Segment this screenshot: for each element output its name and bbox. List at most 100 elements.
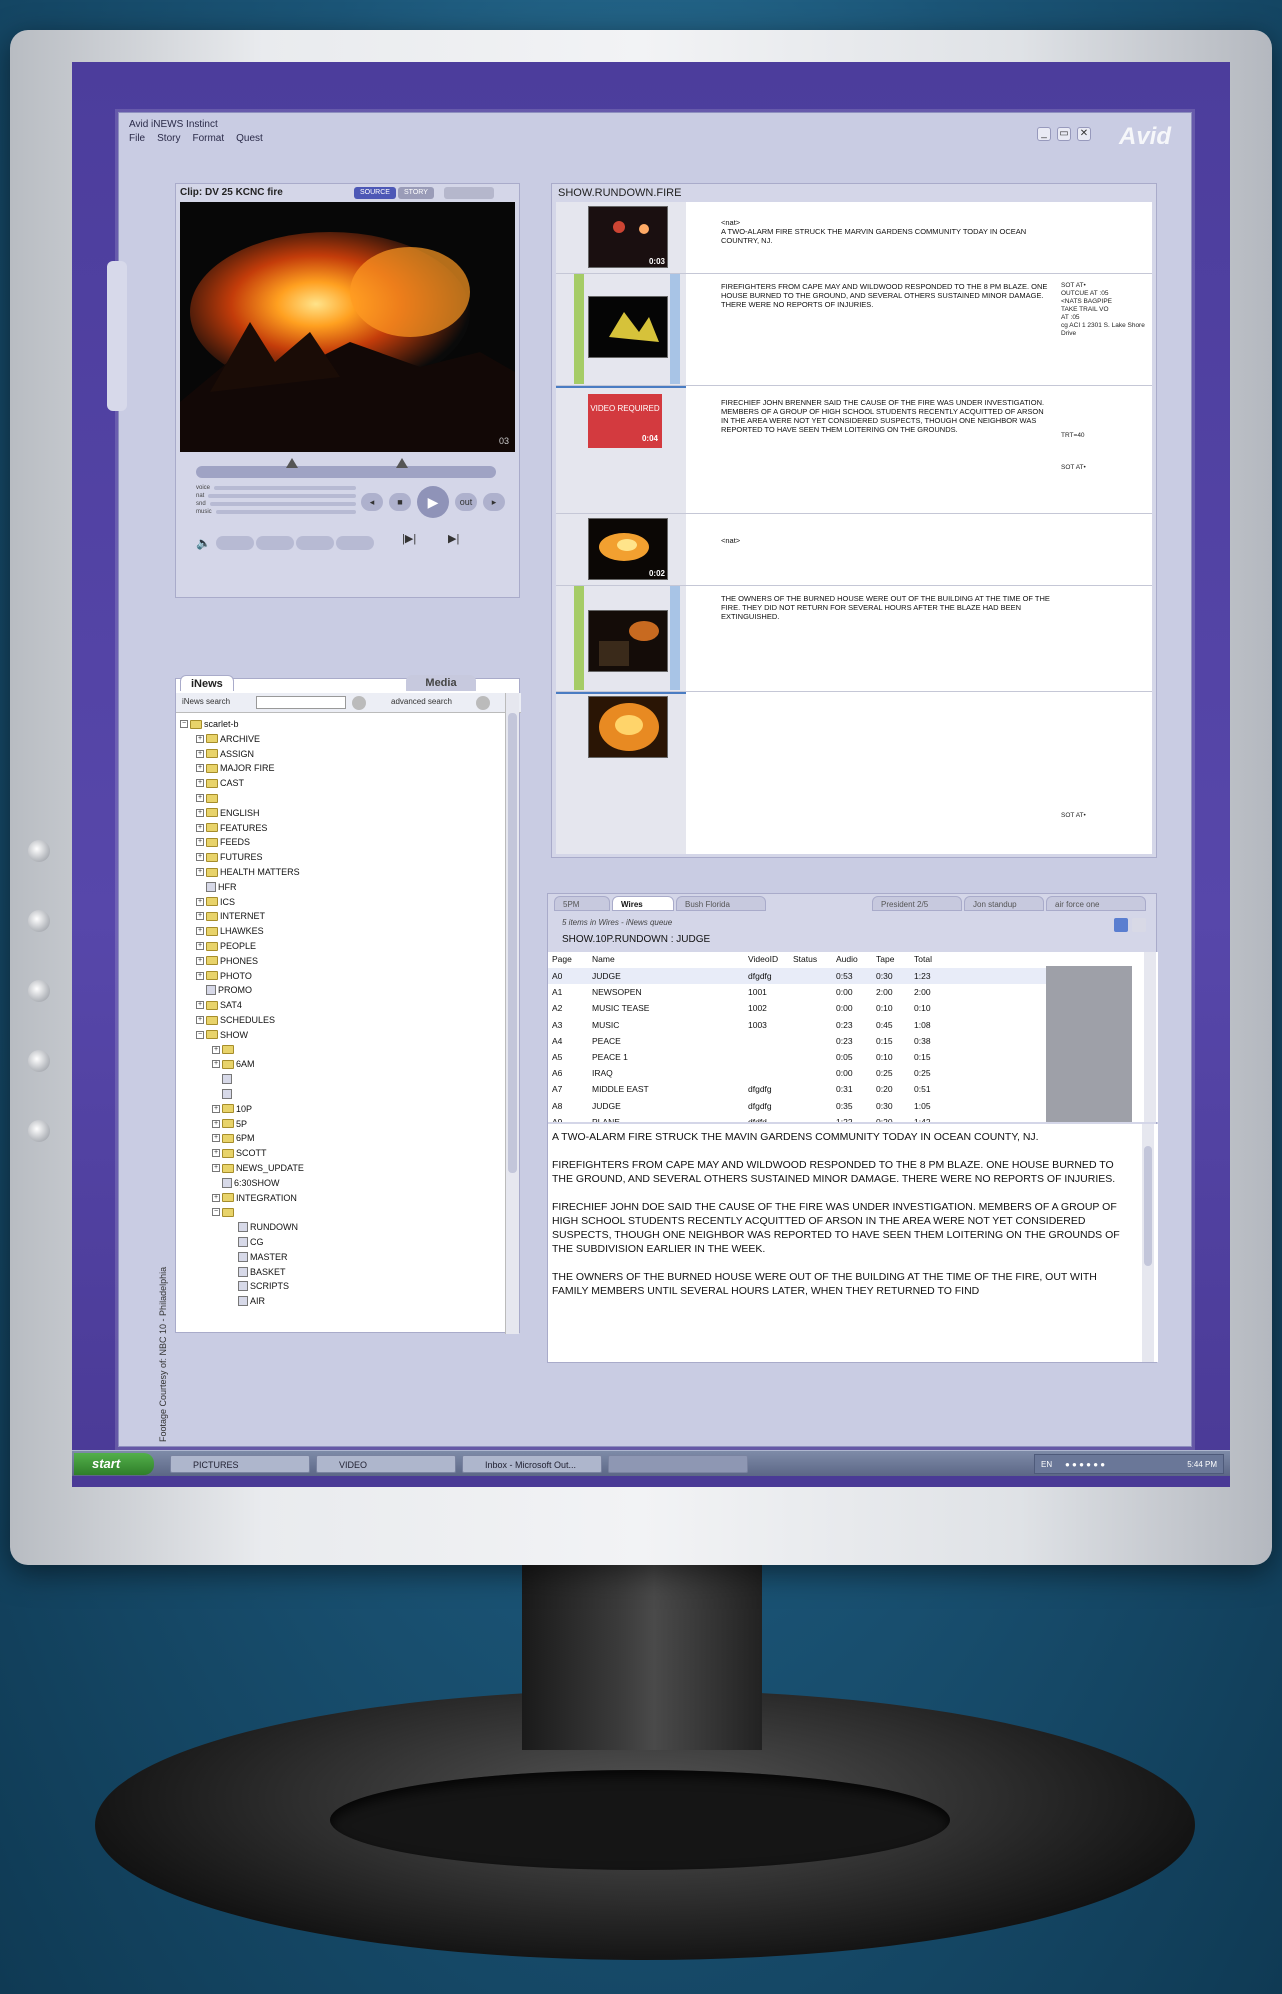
video-required-badge[interactable]: VIDEO REQUIRED 0:04 [588, 394, 662, 448]
expand-icon[interactable]: + [196, 942, 204, 950]
tab-president[interactable]: President 2/5 [872, 896, 962, 911]
tab-bush-florida[interactable]: Bush Florida [676, 896, 766, 911]
tree-item[interactable]: RUNDOWN [228, 1220, 298, 1234]
rundown-row[interactable]: VIDEO REQUIRED 0:04 FIRECHIEF JOHN BRENN… [556, 388, 1152, 514]
tree-item[interactable]: +6AM [212, 1057, 255, 1071]
menu-format[interactable]: Format [192, 133, 224, 144]
tree-item[interactable]: SCRIPTS [228, 1279, 289, 1293]
video-thumbnail[interactable]: 0:02 [588, 518, 668, 580]
expand-icon[interactable]: + [196, 764, 204, 773]
search-go-icon[interactable] [352, 696, 366, 710]
video-thumbnail[interactable] [588, 696, 668, 758]
prev-icon[interactable]: ◂ [361, 493, 383, 511]
column-header[interactable]: Page [552, 952, 572, 966]
story-paragraph[interactable]: A TWO-ALARM FIRE STRUCK THE MAVIN GARDEN… [552, 1130, 1136, 1144]
expand-icon[interactable]: + [212, 1060, 220, 1069]
tree-item[interactable]: + ASSIGN [196, 747, 254, 761]
expand-icon[interactable]: + [196, 734, 204, 743]
tab-wires[interactable]: Wires [612, 896, 674, 911]
tree-item[interactable]: PROMO [196, 983, 252, 997]
collapse-icon[interactable]: − [180, 720, 188, 728]
tree-item[interactable]: + FEATURES [196, 821, 267, 835]
tree-item[interactable]: +5P [212, 1117, 247, 1131]
mark-in-handle[interactable] [286, 458, 298, 468]
expand-icon[interactable]: + [196, 808, 204, 817]
tree-item[interactable]: + INTERNET [196, 909, 265, 923]
tree-item[interactable]: + INTEGRATION [212, 1191, 297, 1205]
play-icon[interactable]: ▶ [417, 486, 449, 518]
tree-item[interactable]: MASTER [228, 1250, 288, 1264]
expand-icon[interactable]: + [212, 1149, 220, 1158]
scrub-bar[interactable] [196, 458, 496, 478]
column-header[interactable]: Name [592, 952, 615, 966]
tree-item[interactable]: + ARCHIVE [196, 732, 260, 746]
stop-icon[interactable]: ■ [389, 493, 411, 511]
tree-item[interactable]: + MAJOR FIRE [196, 761, 275, 775]
taskbar-pictures[interactable]: PICTURES [170, 1455, 310, 1473]
power-icon[interactable] [28, 840, 50, 862]
story-paragraph[interactable]: THE OWNERS OF THE BURNED HOUSE WERE OUT … [552, 1270, 1136, 1298]
table-row[interactable]: A2 MUSIC TEASE 1002 0:00 0:10 0:10 [548, 1000, 1046, 1016]
video-preview[interactable]: 03 [180, 202, 515, 452]
start-button[interactable]: start [74, 1453, 154, 1475]
rundown-row[interactable]: 0:02 <nat> [556, 514, 1152, 586]
tab-media[interactable]: Media [406, 675, 476, 691]
tree-item[interactable]: CG [228, 1235, 264, 1249]
column-header[interactable]: Total [914, 952, 932, 966]
close-icon[interactable]: ✕ [1077, 127, 1091, 141]
editor-scrollbar[interactable] [1142, 1124, 1154, 1362]
close-queue-icon[interactable] [1132, 918, 1146, 932]
expand-icon[interactable]: + [196, 897, 204, 906]
expand-icon[interactable]: + [196, 971, 204, 980]
tree-item[interactable]: + LHAWKES [196, 924, 264, 938]
story-editor[interactable]: A TWO-ALARM FIRE STRUCK THE MAVIN GARDEN… [548, 1124, 1158, 1362]
tree-item[interactable]: + [196, 791, 220, 805]
minimize-icon[interactable]: _ [1037, 127, 1051, 141]
rundown-row[interactable]: SOT AT• [556, 694, 1152, 854]
menu-quest[interactable]: Quest [236, 133, 263, 144]
tree-item[interactable]: + ICS [196, 895, 235, 909]
expand-icon[interactable]: + [196, 956, 204, 965]
search-input[interactable] [256, 696, 346, 709]
taskbar-inbox[interactable]: Inbox - Microsoft Out... [462, 1455, 602, 1473]
table-row[interactable]: A6 IRAQ 0:00 0:25 0:25 [548, 1065, 1046, 1081]
step-forward-icon[interactable]: |▶| [402, 532, 416, 545]
table-row[interactable]: A1 NEWSOPEN 1001 0:00 2:00 2:00 [548, 984, 1046, 1000]
tree-item[interactable]: + NEWS_UPDATE [212, 1161, 304, 1175]
tree-item[interactable]: + [212, 1043, 236, 1057]
language-indicator[interactable]: EN [1041, 1455, 1052, 1475]
table-row[interactable]: A8 JUDGE dfgdfg 0:35 0:30 1:05 [548, 1098, 1046, 1114]
tree-item[interactable]: + ENGLISH [196, 806, 260, 820]
tree-item[interactable]: + FUTURES [196, 850, 263, 864]
tree-item[interactable]: 6:30SHOW [212, 1176, 280, 1190]
menu-file[interactable]: File [129, 133, 145, 144]
step-end-icon[interactable]: ▶| [448, 532, 459, 545]
mark-button[interactable] [336, 536, 374, 550]
table-row[interactable]: A5 PEACE 1 0:05 0:10 0:15 [548, 1049, 1046, 1065]
volume-icon[interactable]: 🔈 [196, 536, 211, 550]
mark-button[interactable] [256, 536, 294, 550]
table-row[interactable]: A9 PLANE dfdfd 1:22 0:20 1:42 [548, 1114, 1046, 1122]
mark-button[interactable] [216, 536, 254, 550]
tree-item[interactable]: BASKET [228, 1265, 286, 1279]
meter-snd[interactable]: snd [196, 500, 356, 508]
expand-icon[interactable]: + [196, 794, 204, 802]
expand-icon[interactable]: + [212, 1104, 220, 1113]
collapse-icon[interactable]: − [212, 1208, 220, 1217]
tree-item[interactable]: + SAT4 [196, 998, 242, 1012]
meter-music[interactable]: music [196, 508, 356, 516]
tree-item[interactable]: + HEALTH MATTERS [196, 865, 300, 879]
advanced-search-link[interactable]: advanced search [391, 697, 452, 706]
taskbar-video[interactable]: VIDEO [316, 1455, 456, 1473]
next-icon[interactable]: ▸ [483, 493, 505, 511]
video-thumbnail[interactable] [588, 610, 668, 672]
expand-icon[interactable]: + [196, 853, 204, 862]
rundown-row[interactable]: THE OWNERS OF THE BURNED HOUSE WERE OUT … [556, 586, 1152, 692]
tree-scrollbar[interactable] [505, 693, 519, 1334]
expand-icon[interactable]: + [212, 1119, 220, 1128]
tree-item[interactable] [212, 1087, 234, 1101]
tree-item[interactable]: + PHONES [196, 954, 258, 968]
story-text[interactable]: FIREFIGHTERS FROM CAPE MAY AND WILDWOOD … [721, 282, 1051, 309]
tab-inews[interactable]: iNews [180, 675, 234, 691]
story-paragraph[interactable]: FIREFIGHTERS FROM CAPE MAY AND WILDWOOD … [552, 1158, 1136, 1186]
